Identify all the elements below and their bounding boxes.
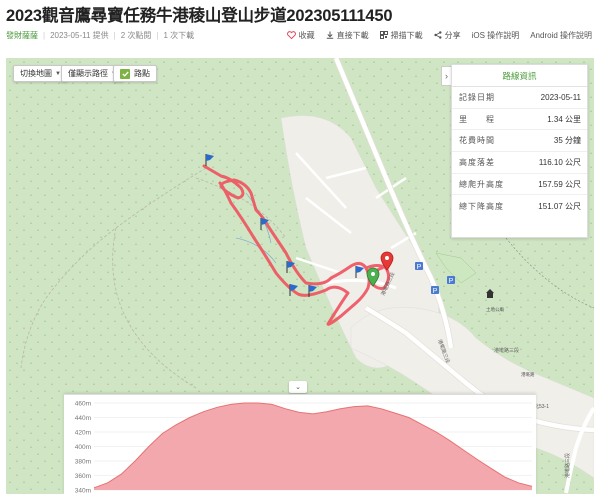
- info-label: 總下降高度: [459, 201, 504, 211]
- route-info-heading: 路線資訊: [452, 65, 587, 87]
- info-label: 記錄日期: [459, 92, 495, 102]
- y-tick-label: 400m: [75, 444, 91, 451]
- download-icon: [326, 31, 334, 39]
- meta-divider: |: [156, 30, 159, 40]
- switch-map-label: 切換地圖: [20, 69, 52, 78]
- share-icon: [434, 31, 442, 39]
- route-info-panel: 路線資訊 記錄日期 2023-05-11 里 程 1.34 公里 花費時間 35 分鐘…: [451, 64, 588, 238]
- info-label: 總爬升高度: [459, 179, 504, 189]
- y-tick-label: 460m: [75, 401, 91, 408]
- trail-map[interactable]: P P P 港墘路三段 港墘路三段 港墘路三段 港墘路三段 土地公廟 港墘路 北…: [6, 58, 594, 494]
- info-value: 151.07 公尺: [538, 201, 581, 211]
- scan-download-label: 掃描下載: [390, 30, 423, 40]
- meta-divider: |: [113, 30, 116, 40]
- chevron-right-icon: ›: [445, 71, 448, 81]
- qr-scan-icon: [379, 31, 388, 39]
- info-row-date: 記錄日期 2023-05-11: [452, 87, 587, 109]
- info-value: 157.59 公尺: [538, 179, 581, 189]
- road-label: 港墘路三段: [494, 347, 519, 354]
- info-value: 1.34 公里: [547, 114, 581, 124]
- y-tick-label: 420m: [75, 430, 91, 437]
- view-count: 2 次點閱: [120, 30, 152, 40]
- info-label: 花費時間: [459, 136, 495, 146]
- y-tick-label: 340m: [75, 488, 91, 494]
- info-row-total-ascent: 總爬升高度 157.59 公尺: [452, 174, 587, 196]
- android-guide-label: Android 操作說明: [530, 30, 592, 40]
- info-row-elevation-diff: 高度落差 116.10 公尺: [452, 152, 587, 174]
- checkbox-checked-icon[interactable]: [120, 68, 130, 79]
- favorite-label: 收藏: [298, 30, 315, 40]
- info-row-distance: 里 程 1.34 公里: [452, 109, 587, 131]
- provided-date: 2023-05-11 提供: [50, 30, 109, 40]
- ios-guide-label: iOS 操作說明: [471, 30, 520, 40]
- author-link[interactable]: 發財薩薩: [6, 30, 38, 41]
- place-label: 土地公廟: [486, 306, 504, 313]
- info-label: 里 程: [459, 114, 495, 124]
- road-label: 港墘路三段: [564, 453, 571, 478]
- share-button[interactable]: 分享: [434, 30, 461, 41]
- direct-download-button[interactable]: 直接下載: [326, 30, 369, 41]
- svg-text:P: P: [433, 288, 438, 295]
- ios-guide-link[interactable]: iOS 操作說明: [472, 30, 520, 41]
- direct-download-label: 直接下載: [336, 30, 369, 40]
- info-row-duration: 花費時間 35 分鐘: [452, 130, 587, 153]
- parking-icon: P: [447, 276, 455, 285]
- collapse-panel-button[interactable]: ›: [441, 66, 451, 86]
- parking-icon: P: [415, 262, 423, 271]
- info-value: 2023-05-11: [540, 92, 581, 102]
- svg-text:P: P: [417, 264, 422, 271]
- trail-dots-label: 路點: [134, 69, 150, 78]
- trail-dots-toggle[interactable]: 路點: [113, 65, 157, 82]
- info-value: 35 分鐘: [553, 136, 581, 146]
- elevation-plot: 460m 440m 420m 400m 380m 360m 340m: [75, 401, 533, 494]
- show-path-label: 僅顯示路徑: [68, 69, 108, 78]
- android-guide-link[interactable]: Android 操作說明: [530, 30, 592, 41]
- info-value: 116.10 公尺: [538, 157, 581, 167]
- y-tick-label: 360m: [75, 473, 91, 480]
- favorite-button[interactable]: 收藏: [286, 30, 315, 41]
- download-count: 1 次下載: [163, 30, 195, 40]
- action-bar: 收藏 直接下載 掃描下載 分享 iOS 操作說明 Android 操作說明: [276, 28, 592, 42]
- y-tick-label: 440m: [75, 415, 91, 422]
- toggle-elevation-button[interactable]: ⌄: [289, 381, 307, 393]
- share-label: 分享: [444, 30, 461, 40]
- elevation-chart: 460m 440m 420m 400m 380m 360m 340m: [64, 394, 536, 494]
- trail-meta: 發財薩薩 | 2023-05-11 提供 | 2 次點閱 | 1 次下載: [6, 28, 194, 42]
- meta-divider: |: [43, 30, 46, 40]
- info-row-total-descent: 總下降高度 151.07 公尺: [452, 195, 587, 217]
- page-title: 2023觀音鷹尋寶任務牛港稜山登山步道202305111450: [6, 7, 393, 25]
- svg-text:P: P: [449, 278, 454, 285]
- place-label: 港墘路: [521, 371, 535, 378]
- scan-download-button[interactable]: 掃描下載: [379, 30, 423, 41]
- heart-icon: [286, 31, 296, 39]
- parking-icon: P: [431, 286, 439, 295]
- place-label: 北53-1: [534, 403, 549, 410]
- chevron-down-icon: ⌄: [295, 384, 301, 391]
- y-tick-label: 380m: [75, 459, 91, 466]
- info-label: 高度落差: [459, 157, 495, 167]
- switch-map-dropdown[interactable]: 切換地圖 ▼: [13, 65, 68, 82]
